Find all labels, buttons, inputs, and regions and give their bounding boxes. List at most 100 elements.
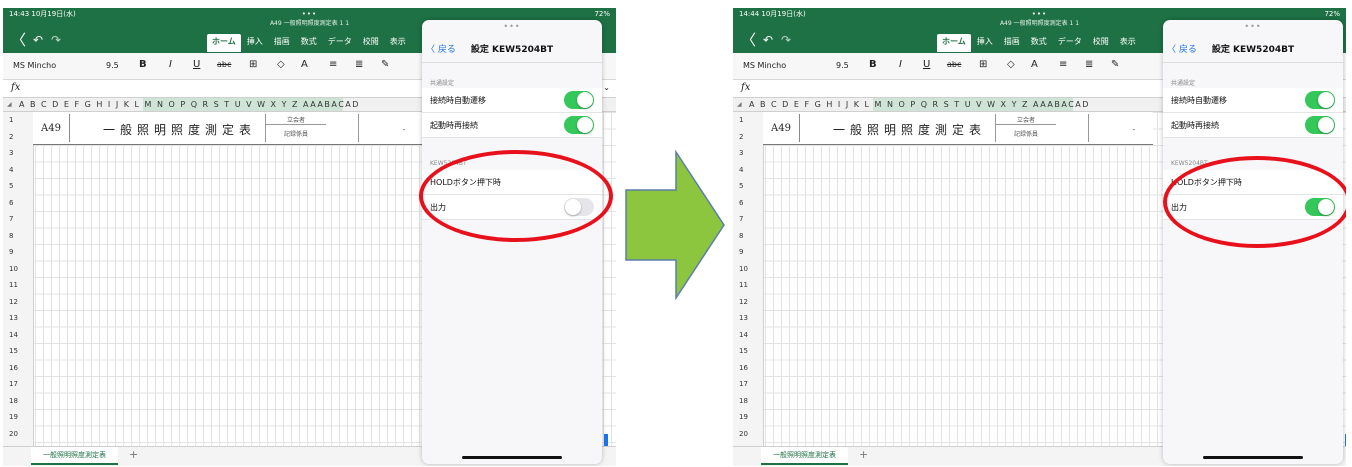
format-painter-icon[interactable]: ✎ xyxy=(1111,58,1119,72)
row-number[interactable]: 19 xyxy=(3,413,39,421)
row-number[interactable]: 15 xyxy=(733,347,769,355)
ribbon-tab[interactable]: 数式 xyxy=(296,34,322,49)
sheet-tab[interactable]: 一般照明照度測定表 xyxy=(761,447,848,465)
panel-grabber-icon[interactable]: ••• xyxy=(422,22,602,31)
row-number[interactable]: 5 xyxy=(733,182,769,190)
ribbon-tab[interactable]: 表示 xyxy=(1115,34,1141,49)
row-number[interactable]: 6 xyxy=(3,199,39,207)
settings-row-row2[interactable]: 起動時再接続 xyxy=(1163,113,1343,138)
font-name-select[interactable]: MS Mincho xyxy=(743,61,786,70)
strikethrough-button[interactable]: abc xyxy=(217,58,231,72)
home-indicator[interactable] xyxy=(462,456,562,459)
row-number[interactable]: 3 xyxy=(733,149,769,157)
row-number[interactable]: 18 xyxy=(733,397,769,405)
chevron-down-icon[interactable]: ⌄ xyxy=(603,83,610,92)
align-icon[interactable]: ≡ xyxy=(329,58,337,72)
column-letters[interactable]: A B C D E F G H I J K L M N O P Q R S T … xyxy=(749,98,1090,111)
fill-color-icon[interactable]: ◇ xyxy=(1007,58,1015,72)
select-all-icon[interactable]: ◢ xyxy=(737,98,742,111)
underline-button[interactable]: U xyxy=(923,58,930,72)
row-number[interactable]: 17 xyxy=(3,380,39,388)
row-number[interactable]: 20 xyxy=(3,430,39,438)
bold-button[interactable]: B xyxy=(869,58,877,72)
row-number[interactable]: 4 xyxy=(733,166,769,174)
row-number[interactable]: 18 xyxy=(3,397,39,405)
ribbon-tab[interactable]: 表示 xyxy=(385,34,411,49)
ribbon-tab[interactable]: データ xyxy=(323,34,357,49)
settings-row-row1[interactable]: 接続時自動遷移 xyxy=(1163,88,1343,113)
select-all-icon[interactable]: ◢ xyxy=(7,98,12,111)
undo-icon[interactable]: ↶ xyxy=(33,32,43,48)
row-number[interactable]: 14 xyxy=(3,331,39,339)
row-number[interactable]: 14 xyxy=(733,331,769,339)
font-color-icon[interactable]: A xyxy=(1031,58,1038,72)
ribbon-tab[interactable]: 数式 xyxy=(1026,34,1052,49)
ribbon-tab[interactable]: 挿入 xyxy=(972,34,998,49)
toggle-switch[interactable] xyxy=(564,116,594,134)
row-number[interactable]: 20 xyxy=(733,430,769,438)
undo-icon[interactable]: ↶ xyxy=(763,32,773,48)
row-number[interactable]: 6 xyxy=(733,199,769,207)
toggle-switch[interactable] xyxy=(1305,116,1335,134)
add-sheet-button[interactable]: + xyxy=(859,448,868,461)
add-sheet-button[interactable]: + xyxy=(129,448,138,461)
ribbon-tab[interactable]: 挿入 xyxy=(242,34,268,49)
font-size-select[interactable]: 9.5 xyxy=(106,61,119,70)
ribbon-tab[interactable]: 校閲 xyxy=(358,34,384,49)
back-icon[interactable]: 〈 xyxy=(11,31,26,49)
bold-button[interactable]: B xyxy=(139,58,147,72)
borders-icon[interactable]: ⊞ xyxy=(979,58,987,72)
panel-grabber-icon[interactable]: ••• xyxy=(1163,22,1343,31)
wrap-text-icon[interactable]: ≣ xyxy=(1085,58,1093,72)
underline-button[interactable]: U xyxy=(193,58,200,72)
font-name-select[interactable]: MS Mincho xyxy=(13,61,56,70)
row-number[interactable]: 7 xyxy=(3,215,39,223)
toggle-switch[interactable] xyxy=(1305,91,1335,109)
strikethrough-button[interactable]: abc xyxy=(947,58,961,72)
row-number[interactable]: 5 xyxy=(3,182,39,190)
redo-icon[interactable]: ↷ xyxy=(51,32,61,48)
row-number[interactable]: 4 xyxy=(3,166,39,174)
format-painter-icon[interactable]: ✎ xyxy=(381,58,389,72)
row-number[interactable]: 7 xyxy=(733,215,769,223)
font-color-icon[interactable]: A xyxy=(301,58,308,72)
italic-button[interactable]: I xyxy=(899,58,902,72)
italic-button[interactable]: I xyxy=(169,58,172,72)
row-number[interactable]: 10 xyxy=(733,265,769,273)
font-size-select[interactable]: 9.5 xyxy=(836,61,849,70)
wrap-text-icon[interactable]: ≣ xyxy=(355,58,363,72)
row-number[interactable]: 8 xyxy=(733,232,769,240)
sheet-tab[interactable]: 一般照明照度測定表 xyxy=(31,447,118,465)
ribbon-tab[interactable]: 校閲 xyxy=(1088,34,1114,49)
scroll-indicator[interactable] xyxy=(604,434,608,446)
home-indicator[interactable] xyxy=(1203,456,1303,459)
settings-row-row2[interactable]: 起動時再接続 xyxy=(422,113,602,138)
ribbon-tab[interactable]: 描画 xyxy=(269,34,295,49)
row-number[interactable]: 12 xyxy=(3,298,39,306)
row-number[interactable]: 16 xyxy=(3,364,39,372)
row-number[interactable]: 15 xyxy=(3,347,39,355)
fill-color-icon[interactable]: ◇ xyxy=(277,58,285,72)
ribbon-tab[interactable]: ホーム xyxy=(937,34,971,52)
row-number[interactable]: 9 xyxy=(3,248,39,256)
row-number[interactable]: 8 xyxy=(3,232,39,240)
row-number[interactable]: 12 xyxy=(733,298,769,306)
toggle-switch[interactable] xyxy=(564,91,594,109)
back-icon[interactable]: 〈 xyxy=(741,31,756,49)
borders-icon[interactable]: ⊞ xyxy=(249,58,257,72)
align-icon[interactable]: ≡ xyxy=(1059,58,1067,72)
settings-row-row1[interactable]: 接続時自動遷移 xyxy=(422,88,602,113)
multitask-dots-icon[interactable]: ••• xyxy=(733,8,1346,20)
row-number[interactable]: 13 xyxy=(3,314,39,322)
row-number[interactable]: 11 xyxy=(733,281,769,289)
row-number[interactable]: 11 xyxy=(3,281,39,289)
scroll-indicator[interactable] xyxy=(1345,434,1346,446)
row-number[interactable]: 9 xyxy=(733,248,769,256)
redo-icon[interactable]: ↷ xyxy=(781,32,791,48)
multitask-dots-icon[interactable]: ••• xyxy=(3,8,616,20)
row-number[interactable]: 19 xyxy=(733,413,769,421)
row-number[interactable]: 3 xyxy=(3,149,39,157)
row-number[interactable]: 17 xyxy=(733,380,769,388)
row-number[interactable]: 16 xyxy=(733,364,769,372)
column-letters[interactable]: A B C D E F G H I J K L M N O P Q R S T … xyxy=(19,98,360,111)
